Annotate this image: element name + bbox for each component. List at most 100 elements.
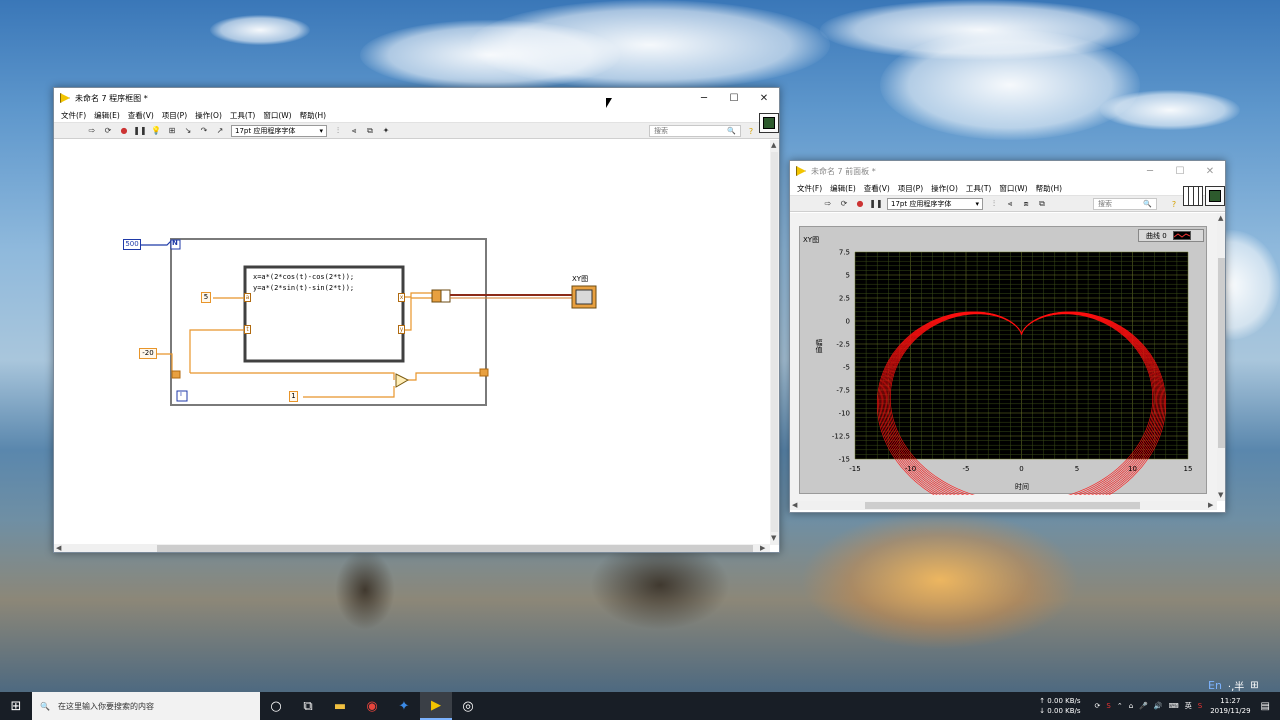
menu-tools[interactable]: 工具(T) bbox=[226, 110, 259, 121]
run-arrow-icon[interactable]: ⇨ bbox=[86, 125, 98, 137]
network-icon[interactable]: ⌂ bbox=[1129, 702, 1133, 710]
loop-count-constant[interactable]: 500 bbox=[123, 239, 141, 250]
diagram-titlebar[interactable]: 未命名 7 程序框图 * ─ ☐ ✕ bbox=[54, 88, 779, 108]
formula-line-2[interactable]: y=a*(2*sin(t)-sin(2*t)); bbox=[253, 284, 354, 292]
formula-input-t[interactable]: t bbox=[244, 325, 251, 334]
ime-indicator[interactable]: 英 bbox=[1185, 701, 1192, 711]
menu-operate[interactable]: 操作(O) bbox=[191, 110, 226, 121]
clock[interactable]: 11:27 2019/11/29 bbox=[1210, 696, 1250, 716]
close-button[interactable]: ✕ bbox=[1195, 161, 1225, 181]
help-icon[interactable]: ? bbox=[745, 125, 757, 137]
vi-icon[interactable] bbox=[759, 113, 779, 133]
start-windows-icon[interactable]: ⊞ bbox=[0, 692, 32, 720]
minimize-button[interactable]: ─ bbox=[689, 88, 719, 108]
panel-titlebar[interactable]: 未命名 7 前面板 * ─ ☐ ✕ bbox=[790, 161, 1225, 181]
maximize-button[interactable]: ☐ bbox=[719, 88, 749, 108]
abort-icon[interactable]: ● bbox=[854, 198, 866, 210]
block-diagram-window[interactable]: 未命名 7 程序框图 * ─ ☐ ✕ 文件(F) 编辑(E) 查看(V) 项目(… bbox=[53, 87, 780, 553]
a-constant[interactable]: 5 bbox=[201, 292, 211, 303]
menu-file[interactable]: 文件(F) bbox=[793, 183, 826, 194]
highlight-execution-icon[interactable]: 💡 bbox=[150, 125, 162, 137]
volume-icon[interactable]: 🔊 bbox=[1154, 702, 1163, 710]
y-tick-label: -7.5 bbox=[836, 387, 850, 395]
step-out-icon[interactable]: ↗ bbox=[214, 125, 226, 137]
diagram-vertical-scrollbar[interactable]: ▲ ▼ bbox=[770, 140, 779, 545]
diagram-horizontal-scrollbar[interactable]: ◀ ▶ bbox=[54, 544, 770, 552]
shift-register-right bbox=[479, 368, 489, 377]
keyboard-icon[interactable]: ⌨ bbox=[1169, 702, 1179, 710]
menu-view[interactable]: 查看(V) bbox=[860, 183, 894, 194]
panel-horizontal-scrollbar[interactable]: ◀ ▶ bbox=[790, 501, 1217, 510]
panel-canvas[interactable]: XY图 曲线 0 幅值 时间 -15 -10 -5 0 5 10 15 7.5 5 2.5 0 -2.… bbox=[790, 213, 1225, 501]
pause-icon[interactable]: ❚❚ bbox=[869, 198, 882, 210]
menu-project[interactable]: 项目(P) bbox=[158, 110, 191, 121]
help-icon[interactable]: ? bbox=[1168, 198, 1180, 210]
cleanup-diagram-icon[interactable]: ✦ bbox=[380, 125, 392, 137]
formula-output-x[interactable]: x bbox=[398, 293, 405, 302]
t-start-constant[interactable]: -20 bbox=[139, 348, 157, 359]
ime-status-bar[interactable]: En ·,半 ⊞ bbox=[1208, 678, 1259, 693]
reorder-icon[interactable]: ⧉ bbox=[1036, 198, 1048, 210]
sogou-icon[interactable]: S bbox=[1106, 702, 1110, 710]
menu-view[interactable]: 查看(V) bbox=[124, 110, 158, 121]
y-tick-label: 7.5 bbox=[839, 249, 850, 257]
labview-taskbar-icon[interactable]: ▶ bbox=[420, 692, 452, 720]
minimize-button[interactable]: ─ bbox=[1135, 161, 1165, 181]
formula-output-y[interactable]: y bbox=[398, 325, 405, 334]
increment-constant[interactable]: 1 bbox=[289, 391, 298, 402]
run-continuously-icon[interactable]: ⟳ bbox=[102, 125, 114, 137]
distribute-objects-icon[interactable]: ⫷ bbox=[1004, 198, 1016, 210]
tray-icon[interactable]: ⟳ bbox=[1095, 702, 1101, 710]
menu-operate[interactable]: 操作(O) bbox=[927, 183, 962, 194]
panel-vertical-scrollbar[interactable]: ▲ ▼ bbox=[1217, 213, 1225, 501]
search-input[interactable]: 搜索 🔍 bbox=[649, 125, 741, 137]
menu-help[interactable]: 帮助(H) bbox=[296, 110, 331, 121]
menu-help[interactable]: 帮助(H) bbox=[1032, 183, 1067, 194]
step-over-icon[interactable]: ↷ bbox=[198, 125, 210, 137]
pause-icon[interactable]: ❚❚ bbox=[133, 125, 146, 137]
menu-tools[interactable]: 工具(T) bbox=[962, 183, 995, 194]
step-into-icon[interactable]: ↘ bbox=[182, 125, 194, 137]
chrome-icon[interactable]: ◉ bbox=[356, 692, 388, 720]
reorder-icon[interactable]: ⧉ bbox=[364, 125, 376, 137]
align-objects-icon[interactable]: ⫶ bbox=[988, 198, 1000, 210]
run-continuously-icon[interactable]: ⟳ bbox=[838, 198, 850, 210]
formula-line-1[interactable]: x=a*(2*cos(t)-cos(2*t)); bbox=[253, 273, 354, 281]
connector-pane-icon[interactable] bbox=[1183, 186, 1203, 206]
mouse-cursor bbox=[606, 98, 612, 108]
obs-icon[interactable]: ◎ bbox=[452, 692, 484, 720]
tray-chevron-icon[interactable]: ⌃ bbox=[1117, 702, 1123, 710]
menu-file[interactable]: 文件(F) bbox=[57, 110, 90, 121]
resize-objects-icon[interactable]: ⧈ bbox=[1020, 198, 1032, 210]
cortana-icon[interactable]: ○ bbox=[260, 692, 292, 720]
menu-window[interactable]: 窗口(W) bbox=[259, 110, 295, 121]
notification-icon[interactable]: ▤ bbox=[1261, 701, 1270, 712]
sogou-ime-icon[interactable]: S bbox=[1198, 702, 1202, 710]
network-speed: ↑ 0.00 KB/s ↓ 0.00 KB/s bbox=[1039, 697, 1081, 715]
vi-icon[interactable] bbox=[1205, 186, 1225, 206]
block-diagram-canvas[interactable]: N i 500 5 -20 1 x=a*(2*cos(t)-cos(2*t));… bbox=[54, 140, 770, 544]
x-tick-label: -15 bbox=[849, 465, 860, 473]
font-selector[interactable]: 17pt 应用程序字体 ▾ bbox=[231, 124, 327, 137]
search-input[interactable]: 搜索 🔍 bbox=[1093, 198, 1157, 210]
task-view-icon[interactable]: ⧉ bbox=[292, 692, 324, 720]
abort-icon[interactable]: ● bbox=[118, 125, 130, 137]
font-selector[interactable]: 17pt 应用程序字体 ▾ bbox=[887, 197, 983, 210]
xy-graph[interactable]: XY图 曲线 0 幅值 时间 -15 -10 -5 0 5 10 15 7.5 5 2.5 0 -2.… bbox=[799, 226, 1207, 495]
close-button[interactable]: ✕ bbox=[749, 88, 779, 108]
app-icon[interactable]: ✦ bbox=[388, 692, 420, 720]
microphone-icon[interactable]: 🎤 bbox=[1139, 702, 1148, 710]
retain-wire-values-icon[interactable]: ⊞ bbox=[166, 125, 178, 137]
run-arrow-icon[interactable]: ⇨ bbox=[822, 198, 834, 210]
formula-input-a[interactable]: a bbox=[244, 293, 251, 302]
menu-project[interactable]: 项目(P) bbox=[894, 183, 927, 194]
menu-window[interactable]: 窗口(W) bbox=[995, 183, 1031, 194]
distribute-objects-icon[interactable]: ⫷ bbox=[348, 125, 360, 137]
taskbar-search-box[interactable]: 🔍 在这里输入你要搜索的内容 bbox=[32, 692, 260, 720]
align-objects-icon[interactable]: ⫶ bbox=[332, 125, 344, 137]
menu-edit[interactable]: 编辑(E) bbox=[90, 110, 124, 121]
menu-edit[interactable]: 编辑(E) bbox=[826, 183, 860, 194]
file-explorer-icon[interactable]: ▬ bbox=[324, 692, 356, 720]
front-panel-window[interactable]: 未命名 7 前面板 * ─ ☐ ✕ 文件(F) 编辑(E) 查看(V) 项目(P… bbox=[789, 160, 1226, 513]
maximize-button[interactable]: ☐ bbox=[1165, 161, 1195, 181]
